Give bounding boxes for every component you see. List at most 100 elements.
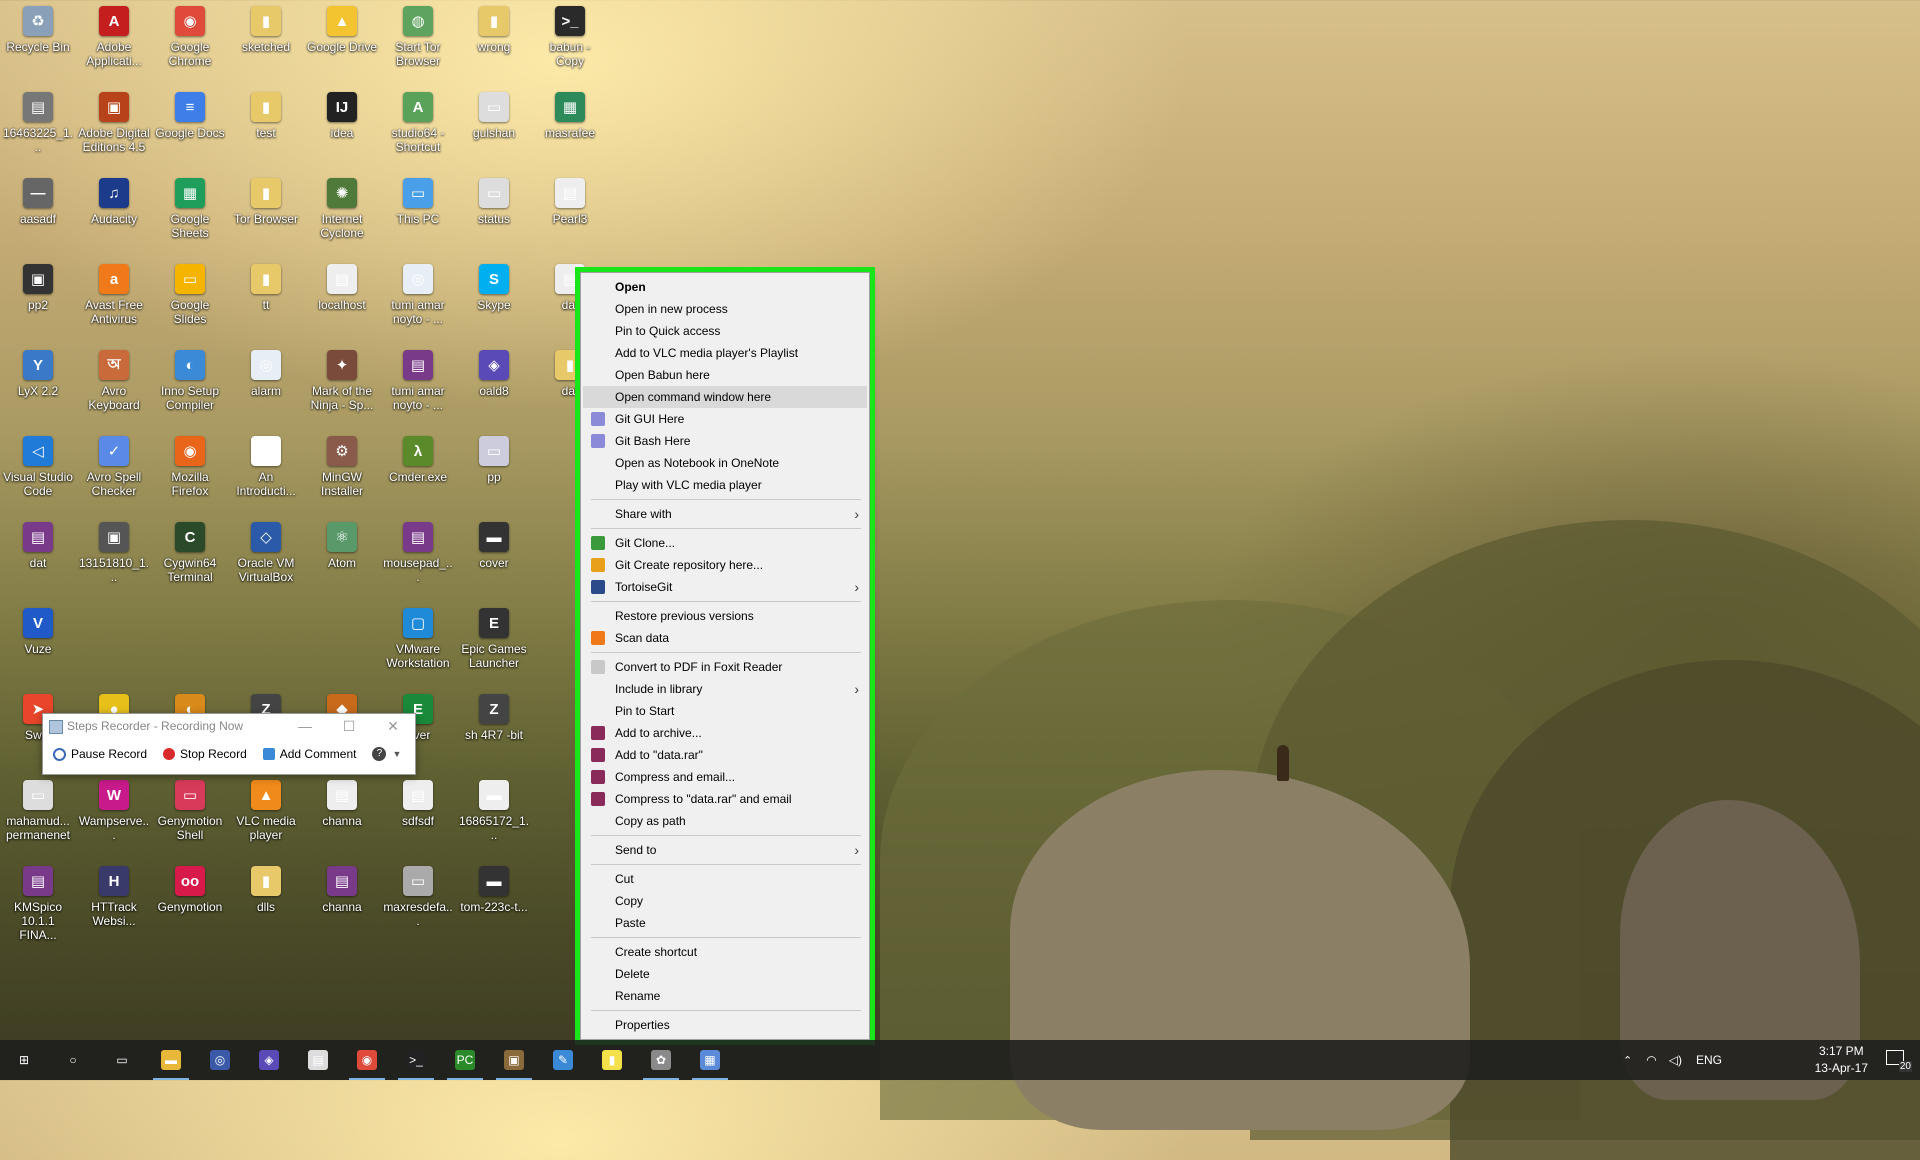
menu-item-add-to-archive[interactable]: Add to archive... bbox=[583, 722, 867, 744]
desktop-icon[interactable]: ▤ channa bbox=[304, 774, 380, 858]
desktop-icon[interactable]: ▬ tom-223c-t... bbox=[456, 860, 532, 944]
menu-item-pin-to-quick-access[interactable]: Pin to Quick access bbox=[583, 320, 867, 342]
pause-record-button[interactable]: Pause Record bbox=[47, 745, 153, 763]
clock[interactable]: 3:17 PM 13-Apr-17 bbox=[1815, 1043, 1868, 1077]
add-comment-button[interactable]: Add Comment bbox=[257, 745, 363, 763]
desktop-icon[interactable]: ▤ sdfsdf bbox=[380, 774, 456, 858]
oald-app-icon[interactable]: ◈ bbox=[245, 1040, 293, 1080]
menu-item-include-in-library[interactable]: Include in library › bbox=[583, 678, 867, 700]
desktop-icon[interactable]: C Cygwin64 Terminal bbox=[152, 516, 228, 600]
desktop-icon[interactable]: a Avast Free Antivirus bbox=[76, 258, 152, 342]
menu-item-compress-and-email[interactable]: Compress and email... bbox=[583, 766, 867, 788]
desktop-icon[interactable]: A Adobe Applicati... bbox=[76, 0, 152, 84]
file-explorer-icon[interactable]: ▬ bbox=[147, 1040, 195, 1080]
help-button[interactable]: ? ▼ bbox=[366, 745, 407, 763]
menu-item-git-gui-here[interactable]: Git GUI Here bbox=[583, 408, 867, 430]
desktop-icon[interactable]: — aasadf bbox=[0, 172, 76, 256]
desktop-icon[interactable]: ▮ tt bbox=[228, 258, 304, 342]
close-button[interactable]: ✕ bbox=[371, 714, 415, 738]
desktop-icon[interactable]: >_ babun - Copy bbox=[532, 0, 608, 84]
desktop-icon[interactable]: ▲ VLC media player bbox=[228, 774, 304, 858]
desktop-icon[interactable]: ▭ gulshan bbox=[456, 86, 532, 170]
menu-item-git-clone[interactable]: Git Clone... bbox=[583, 532, 867, 554]
menu-item-git-bash-here[interactable]: Git Bash Here bbox=[583, 430, 867, 452]
menu-item-copy-as-path[interactable]: Copy as path bbox=[583, 810, 867, 832]
menu-item-send-to[interactable]: Send to › bbox=[583, 839, 867, 861]
desktop-icon[interactable]: ▣ pp2 bbox=[0, 258, 76, 342]
wifi-icon[interactable]: ◠ bbox=[1646, 1053, 1656, 1067]
task-view-icon[interactable]: ▭ bbox=[98, 1040, 146, 1080]
desktop-icon[interactable]: ◉ Mozilla Firefox bbox=[152, 430, 228, 514]
desktop-icon[interactable]: ▮ dlls bbox=[228, 860, 304, 944]
steps-recorder-titlebar[interactable]: Steps Recorder - Recording Now — ☐ ✕ bbox=[43, 714, 415, 738]
search-icon[interactable]: ○ bbox=[49, 1040, 97, 1080]
desktop-icon[interactable]: ◈ oald8 bbox=[456, 344, 532, 428]
menu-item-paste[interactable]: Paste bbox=[583, 912, 867, 934]
desktop-icon[interactable]: Zsh 4R7 -bit bbox=[456, 688, 532, 772]
desktop-icon[interactable]: ▭ status bbox=[456, 172, 532, 256]
desktop-icon[interactable]: ✺ Internet Cyclone bbox=[304, 172, 380, 256]
action-center-button[interactable]: 20 bbox=[1884, 1048, 1912, 1072]
desktop-icon[interactable]: ▣ Adobe Digital Editions 4.5 bbox=[76, 86, 152, 170]
desktop-icon[interactable]: ◉ Google Chrome bbox=[152, 0, 228, 84]
desktop-icon[interactable]: oo Genymotion bbox=[152, 860, 228, 944]
volume-icon[interactable]: ◁) bbox=[1669, 1053, 1682, 1067]
menu-item-delete[interactable]: Delete bbox=[583, 963, 867, 985]
desktop-icon[interactable]: ▤ localhost bbox=[304, 258, 380, 342]
language-indicator[interactable]: ENG bbox=[1696, 1053, 1722, 1067]
maximize-button[interactable]: ☐ bbox=[327, 714, 371, 738]
desktop-icon[interactable]: Y LyX 2.2 bbox=[0, 344, 76, 428]
desktop-icon[interactable]: W Wampserve... bbox=[76, 774, 152, 858]
desktop-icon[interactable]: ◐ Inno Setup Compiler bbox=[152, 344, 228, 428]
pen-app-icon[interactable]: ✎ bbox=[539, 1040, 587, 1080]
menu-item-cut[interactable]: Cut bbox=[583, 868, 867, 890]
desktop-icon[interactable]: ◎ alarm bbox=[228, 344, 304, 428]
menu-item-pin-to-start[interactable]: Pin to Start bbox=[583, 700, 867, 722]
steps-recorder-taskbar-icon[interactable]: ▦ bbox=[686, 1040, 734, 1080]
desktop-icon[interactable]: ≡ Google Docs bbox=[152, 86, 228, 170]
desktop-icon[interactable]: ✓ Avro Spell Checker bbox=[76, 430, 152, 514]
desktop-icon[interactable]: ▤ mousepad_... bbox=[380, 516, 456, 600]
menu-item-open-as-notebook-in-onenote[interactable]: Open as Notebook in OneNote bbox=[583, 452, 867, 474]
paint-app-icon[interactable]: ✿ bbox=[637, 1040, 685, 1080]
desktop-icon[interactable]: ▭ Google Slides bbox=[152, 258, 228, 342]
stop-record-button[interactable]: Stop Record bbox=[157, 745, 253, 763]
desktop-icon[interactable]: ♫ Audacity bbox=[76, 172, 152, 256]
desktop-icon[interactable]: ▬ 16865172_1... bbox=[456, 774, 532, 858]
desktop-icon[interactable]: IJ idea bbox=[304, 86, 380, 170]
menu-item-git-create-repository-here[interactable]: Git Create repository here... bbox=[583, 554, 867, 576]
desktop-icon[interactable]: ▦ Google Sheets bbox=[152, 172, 228, 256]
chrome-taskbar-icon[interactable]: ◉ bbox=[343, 1040, 391, 1080]
desktop-icon[interactable]: ▭ Genymotion Shell bbox=[152, 774, 228, 858]
menu-item-open-babun-here[interactable]: Open Babun here bbox=[583, 364, 867, 386]
menu-item-share-with[interactable]: Share with › bbox=[583, 503, 867, 525]
menu-item-open-in-new-process[interactable]: Open in new process bbox=[583, 298, 867, 320]
desktop-icon[interactable]: ▦ masrafee bbox=[532, 86, 608, 170]
minimize-button[interactable]: — bbox=[283, 714, 327, 738]
desktop-icon[interactable]: λ Cmder.exe bbox=[380, 430, 456, 514]
desktop-icon[interactable]: ⚙ MinGW Installer bbox=[304, 430, 380, 514]
menu-item-rename[interactable]: Rename bbox=[583, 985, 867, 1007]
menu-item-properties[interactable]: Properties bbox=[583, 1014, 867, 1036]
desktop-icon[interactable]: ▣ 13151810_1... bbox=[76, 516, 152, 600]
desktop-icon[interactable]: H HTTrack Websi... bbox=[76, 860, 152, 944]
menu-item-scan-data[interactable]: Scan data bbox=[583, 627, 867, 649]
menu-item-restore-previous-versions[interactable]: Restore previous versions bbox=[583, 605, 867, 627]
sticky-notes-icon[interactable]: ▮ bbox=[588, 1040, 636, 1080]
desktop-icon[interactable]: ▤ tumi amar noyto - ... bbox=[380, 344, 456, 428]
pycharm-icon[interactable]: PC bbox=[441, 1040, 489, 1080]
desktop-icon[interactable]: ▮ sketched bbox=[228, 0, 304, 84]
desktop-icon[interactable]: ▭ mahamud... permanenet bbox=[0, 774, 76, 858]
menu-item-add-to-vlc-media-player-s-playlist[interactable]: Add to VLC media player's Playlist bbox=[583, 342, 867, 364]
menu-item-open-command-window-here[interactable]: Open command window here bbox=[583, 386, 867, 408]
menu-item-open[interactable]: Open bbox=[583, 276, 867, 298]
desktop-icon[interactable]: ▤ dat bbox=[0, 516, 76, 600]
desktop-icon[interactable]: ▮ Tor Browser bbox=[228, 172, 304, 256]
desktop-icon[interactable]: ▤ channa bbox=[304, 860, 380, 944]
desktop-icon[interactable]: Astudio64 - Shortcut bbox=[380, 86, 456, 170]
desktop-icon[interactable]: ◎ tumi amar noyto - ... bbox=[380, 258, 456, 342]
menu-item-play-with-vlc-media-player[interactable]: Play with VLC media player bbox=[583, 474, 867, 496]
desktop-icon[interactable]: ▤ KMSpico 10.1.1 FINA... bbox=[0, 860, 76, 944]
notepad-icon[interactable]: ▤ bbox=[294, 1040, 342, 1080]
desktop-icon[interactable]: S Skype bbox=[456, 258, 532, 342]
